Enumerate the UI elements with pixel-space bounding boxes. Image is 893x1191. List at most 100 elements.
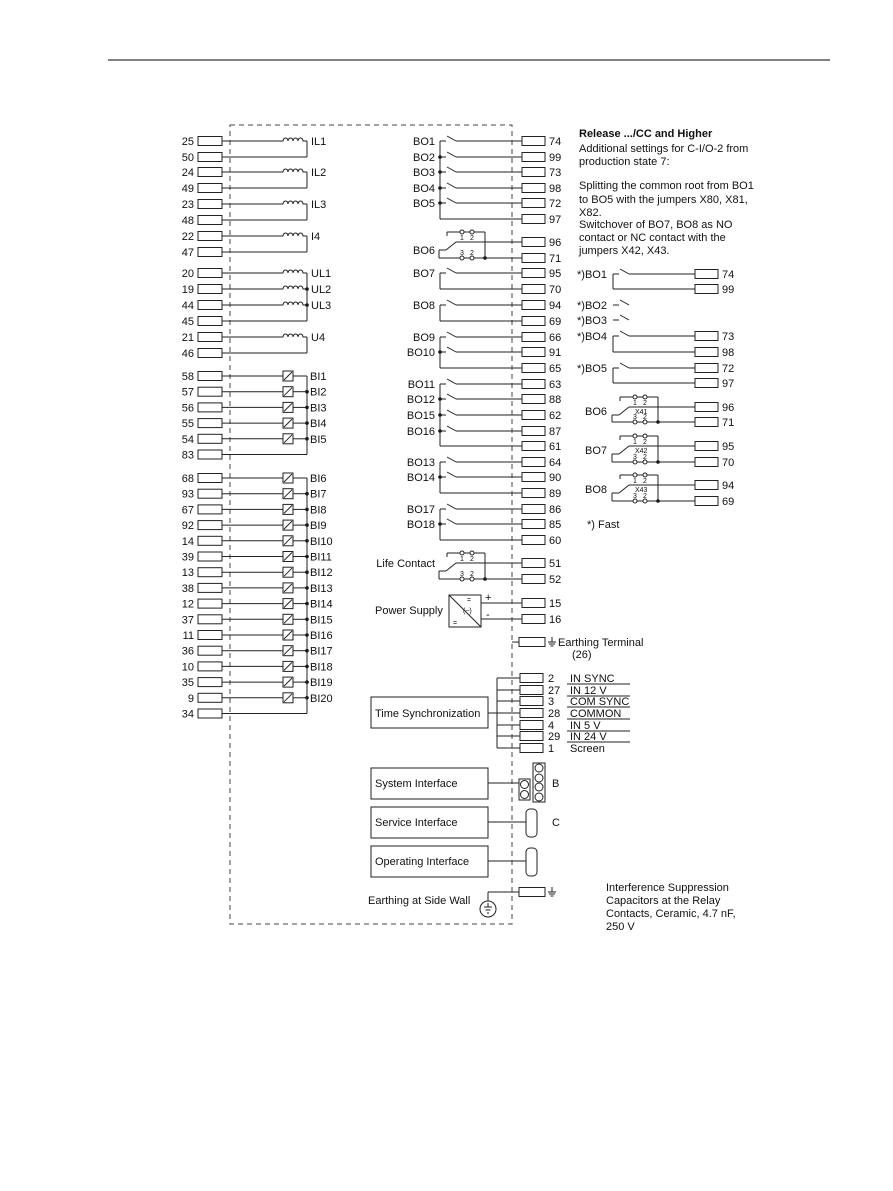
binary-output-label: BO5 — [413, 198, 435, 210]
sub-d-connector-icon — [525, 808, 538, 838]
terminal-block — [197, 371, 223, 381]
notes-line: production state 7: — [579, 156, 670, 168]
binary-input-label: BI13 — [310, 583, 333, 595]
power-supply-label: Power Supply — [375, 605, 443, 617]
terminal-block — [197, 708, 223, 719]
jumper-pin — [642, 472, 648, 478]
binary-output-label: BO6 — [413, 245, 435, 257]
terminal-number: 98 — [722, 347, 734, 359]
ac-symbol: (~) — [463, 608, 472, 615]
contact-blade-icon — [446, 393, 457, 400]
terminal-block — [197, 692, 223, 703]
pin-label: 2 — [470, 556, 474, 563]
contact-blade-icon — [446, 503, 457, 510]
terminal-block — [197, 433, 223, 444]
contact-blade-icon — [619, 299, 630, 306]
terminal-number: 68 — [182, 473, 194, 485]
terminal-block — [518, 637, 546, 647]
interference-note: Contacts, Ceramic, 4.7 nF, — [606, 908, 736, 920]
contact-blade-icon — [446, 299, 457, 306]
terminal-block — [521, 363, 546, 373]
plus-sign: + — [485, 592, 491, 604]
terminal-block — [521, 519, 546, 529]
terminal-number: 98 — [549, 183, 561, 195]
contact-blade-icon — [446, 518, 457, 525]
terminal-block — [521, 237, 546, 247]
terminal-number: 64 — [549, 457, 561, 469]
binary-input-label: BI7 — [310, 489, 327, 501]
terminal-number: 9 — [188, 693, 194, 705]
current-input-label: IL1 — [311, 136, 326, 148]
terminal-number: 48 — [182, 215, 194, 227]
terminal-number: 96 — [549, 237, 561, 249]
connector-pin — [520, 780, 529, 789]
terminal-block — [521, 504, 546, 514]
terminal-block — [197, 661, 223, 672]
terminal-number: 47 — [182, 247, 194, 259]
notes-title: Release .../CC and Higher — [579, 128, 713, 140]
notes-line: Splitting the common root from BO1 — [579, 180, 754, 192]
terminal-number: 50 — [182, 152, 194, 164]
terminal-number: 73 — [722, 331, 734, 343]
binary-input-label: BI20 — [310, 693, 333, 705]
changeover-blade-icon — [445, 241, 457, 251]
current-input-label: IL3 — [311, 199, 326, 211]
annex-changeover-label: BO8 — [585, 484, 607, 496]
binary-input-label: BI16 — [310, 630, 333, 642]
terminal-block — [521, 284, 546, 294]
terminal-block — [521, 268, 546, 278]
terminal-number: 11 — [183, 630, 194, 642]
voltage-input-label: UL1 — [311, 268, 331, 280]
binary-output-label: BO13 — [407, 457, 435, 469]
contact-blade-icon — [446, 378, 457, 385]
contact-blade-icon — [446, 409, 457, 416]
coil-icon — [281, 301, 305, 306]
terminal-block — [521, 472, 546, 482]
terminal-block — [521, 379, 546, 389]
terminal-block — [694, 402, 719, 412]
terminal-number: 54 — [182, 434, 194, 446]
contact-blade-icon — [446, 425, 457, 432]
terminal-number: 90 — [549, 472, 561, 484]
terminal-number: 12 — [182, 599, 194, 611]
binary-input-label: BI3 — [310, 402, 327, 414]
binary-input-label: BI9 — [310, 520, 327, 532]
terminal-block — [197, 677, 223, 688]
dc-symbol: = — [453, 620, 457, 627]
binary-output-label: BO14 — [407, 472, 435, 484]
terminal-block — [521, 316, 546, 326]
terminal-number: 97 — [549, 214, 561, 226]
annex-changeover-label: BO7 — [585, 445, 607, 457]
terminal-block — [197, 449, 223, 460]
pin-label: 1 — [460, 235, 464, 242]
terminal-block — [521, 598, 546, 608]
terminal-number: 55 — [182, 418, 194, 430]
binary-input-label: BI19 — [310, 677, 333, 689]
time-sync-label: Time Synchronization — [375, 708, 480, 720]
terminal-number: 58 — [182, 371, 194, 383]
terminal-block — [521, 535, 546, 545]
terminal-block — [521, 441, 546, 451]
terminal-number: 52 — [549, 574, 561, 586]
binary-output-label: BO10 — [407, 347, 435, 359]
terminal-block — [521, 198, 546, 208]
terminal-block — [197, 215, 223, 225]
contact-blade-icon — [446, 346, 457, 353]
pin-label: 2 — [643, 478, 647, 485]
terminal-block — [521, 152, 546, 162]
current-input-label: IL2 — [311, 167, 326, 179]
terminal-number: 93 — [182, 489, 194, 501]
jumper-label: X43 — [635, 487, 648, 494]
interference-note: 250 V — [606, 921, 635, 933]
terminal-number: 19 — [182, 284, 194, 296]
terminal-number: 51 — [549, 558, 561, 570]
binary-input-label: BI14 — [310, 599, 333, 611]
jumper-pin — [469, 229, 475, 235]
jumper-pin — [642, 433, 648, 439]
annex-contact-label: *)BO2 — [577, 300, 607, 312]
binary-output-label: BO7 — [413, 268, 435, 280]
jumper-pin — [469, 550, 475, 556]
interference-note: Interference Suppression — [606, 882, 729, 894]
terminal-block — [521, 332, 546, 342]
changeover-blade-icon — [618, 484, 630, 494]
